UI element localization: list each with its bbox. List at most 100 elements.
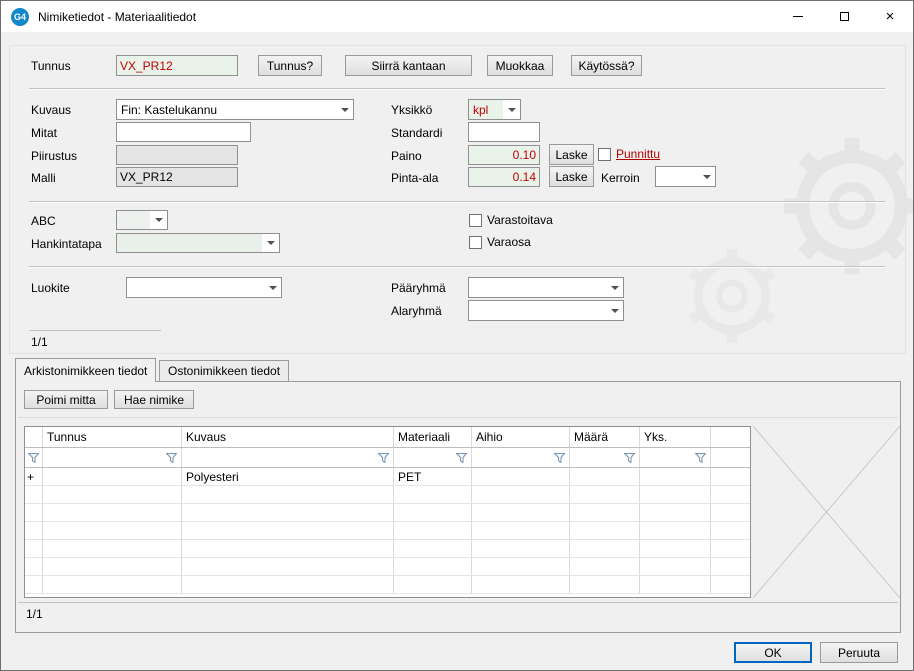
filter-cell[interactable] xyxy=(472,448,570,467)
maximize-button[interactable] xyxy=(821,1,867,32)
grid-cell[interactable] xyxy=(25,486,43,503)
filter-cell[interactable] xyxy=(570,448,640,467)
tab-arkistonimikkeen-tiedot[interactable]: Arkistonimikkeen tiedot xyxy=(15,358,156,382)
grid-cell[interactable] xyxy=(570,486,640,503)
kaytossa-button[interactable]: Käytössä? xyxy=(571,55,642,76)
grid-cell[interactable] xyxy=(472,486,570,503)
grid-column-header[interactable]: Yks. xyxy=(640,427,711,447)
grid-cell[interactable] xyxy=(640,576,711,593)
grid-cell[interactable] xyxy=(570,504,640,521)
grid-column-header[interactable]: Aihio xyxy=(472,427,570,447)
grid-cell[interactable] xyxy=(182,522,394,539)
grid-cell[interactable] xyxy=(711,504,750,521)
grid-cell[interactable] xyxy=(711,486,750,503)
cancel-button[interactable]: Peruuta xyxy=(820,642,898,663)
malli-input[interactable] xyxy=(116,167,238,187)
grid-cell[interactable] xyxy=(182,576,394,593)
grid-cell[interactable] xyxy=(25,504,43,521)
punnittu-checkbox[interactable]: Punnittu xyxy=(598,147,660,161)
punnittu-checkbox-label[interactable]: Punnittu xyxy=(616,147,660,161)
grid-cell[interactable] xyxy=(25,540,43,557)
checkbox-box[interactable] xyxy=(469,214,482,227)
close-button[interactable]: × xyxy=(867,1,913,32)
grid-row[interactable] xyxy=(25,522,750,540)
laske-pinta-ala-button[interactable]: Laske xyxy=(549,166,594,187)
minimize-button[interactable] xyxy=(775,1,821,32)
luokite-select[interactable] xyxy=(126,277,282,298)
grid-column-header[interactable]: Tunnus xyxy=(43,427,182,447)
filter-icon[interactable] xyxy=(25,448,43,467)
varastoitava-checkbox[interactable]: Varastoitava xyxy=(469,213,553,227)
grid-row[interactable] xyxy=(25,576,750,594)
grid-cell[interactable] xyxy=(472,558,570,575)
grid-cell[interactable] xyxy=(394,522,472,539)
yksikko-select[interactable]: kpl xyxy=(468,99,521,120)
grid-cell[interactable] xyxy=(182,486,394,503)
grid-cell[interactable] xyxy=(472,540,570,557)
grid-cell[interactable] xyxy=(394,486,472,503)
grid-cell[interactable] xyxy=(711,468,750,485)
grid-cell[interactable] xyxy=(711,558,750,575)
grid-cell[interactable] xyxy=(640,558,711,575)
grid-row[interactable] xyxy=(25,540,750,558)
grid-cell[interactable] xyxy=(43,468,182,485)
grid-cell[interactable] xyxy=(640,468,711,485)
varaosa-checkbox-label[interactable]: Varaosa xyxy=(487,235,531,249)
grid-cell[interactable] xyxy=(43,540,182,557)
grid-column-header[interactable]: Kuvaus xyxy=(182,427,394,447)
grid-cell[interactable] xyxy=(43,558,182,575)
piirustus-input[interactable] xyxy=(116,145,238,165)
abc-select[interactable] xyxy=(116,210,168,230)
grid-cell[interactable] xyxy=(394,576,472,593)
grid-cell[interactable] xyxy=(570,468,640,485)
grid-row[interactable] xyxy=(25,486,750,504)
grid-cell[interactable]: Polyesteri xyxy=(182,468,394,485)
grid-cell[interactable] xyxy=(570,540,640,557)
grid-cell[interactable] xyxy=(182,504,394,521)
hankintatapa-select[interactable] xyxy=(116,233,280,253)
grid-cell[interactable] xyxy=(394,540,472,557)
mitat-input[interactable] xyxy=(116,122,251,142)
grid-cell[interactable] xyxy=(640,504,711,521)
row-expand-cell[interactable]: + xyxy=(25,468,43,485)
grid-cell[interactable] xyxy=(43,522,182,539)
poimi-mitta-button[interactable]: Poimi mitta xyxy=(24,390,108,409)
standardi-input[interactable] xyxy=(468,122,540,142)
grid-cell[interactable] xyxy=(711,576,750,593)
hae-nimike-button[interactable]: Hae nimike xyxy=(114,390,194,409)
grid-cell[interactable] xyxy=(640,540,711,557)
filter-cell[interactable] xyxy=(394,448,472,467)
grid-row[interactable] xyxy=(25,558,750,576)
grid-cell[interactable] xyxy=(640,522,711,539)
grid-cell[interactable] xyxy=(570,558,640,575)
varastoitava-checkbox-label[interactable]: Varastoitava xyxy=(487,213,553,227)
checkbox-box[interactable] xyxy=(598,148,611,161)
grid-cell[interactable] xyxy=(472,504,570,521)
grid-cell[interactable] xyxy=(472,468,570,485)
grid-cell[interactable] xyxy=(25,522,43,539)
tab-ostonimikkeen-tiedot[interactable]: Ostonimikkeen tiedot xyxy=(159,360,289,381)
kuvaus-select[interactable]: Fin: Kastelukannu xyxy=(116,99,354,120)
tunnus-question-button[interactable]: Tunnus? xyxy=(258,55,322,76)
grid-cell[interactable] xyxy=(25,576,43,593)
grid-cell[interactable] xyxy=(182,540,394,557)
grid-cell[interactable]: PET xyxy=(394,468,472,485)
grid-cell[interactable] xyxy=(394,504,472,521)
grid-cell[interactable] xyxy=(570,576,640,593)
grid-cell[interactable] xyxy=(182,558,394,575)
grid-cell[interactable] xyxy=(711,522,750,539)
grid-row[interactable]: + Polyesteri PET xyxy=(25,468,750,486)
checkbox-box[interactable] xyxy=(469,236,482,249)
grid-cell[interactable] xyxy=(570,522,640,539)
grid-column-header[interactable]: Määrä xyxy=(570,427,640,447)
filter-cell[interactable] xyxy=(182,448,394,467)
grid-row[interactable] xyxy=(25,504,750,522)
laske-paino-button[interactable]: Laske xyxy=(549,144,594,165)
grid-column-header[interactable]: Materiaali xyxy=(394,427,472,447)
grid-cell[interactable] xyxy=(25,558,43,575)
varaosa-checkbox[interactable]: Varaosa xyxy=(469,235,531,249)
pinta-ala-input[interactable] xyxy=(468,167,540,187)
ok-button[interactable]: OK xyxy=(734,642,812,663)
siirra-kantaan-button[interactable]: Siirrä kantaan xyxy=(345,55,472,76)
filter-cell[interactable] xyxy=(43,448,182,467)
